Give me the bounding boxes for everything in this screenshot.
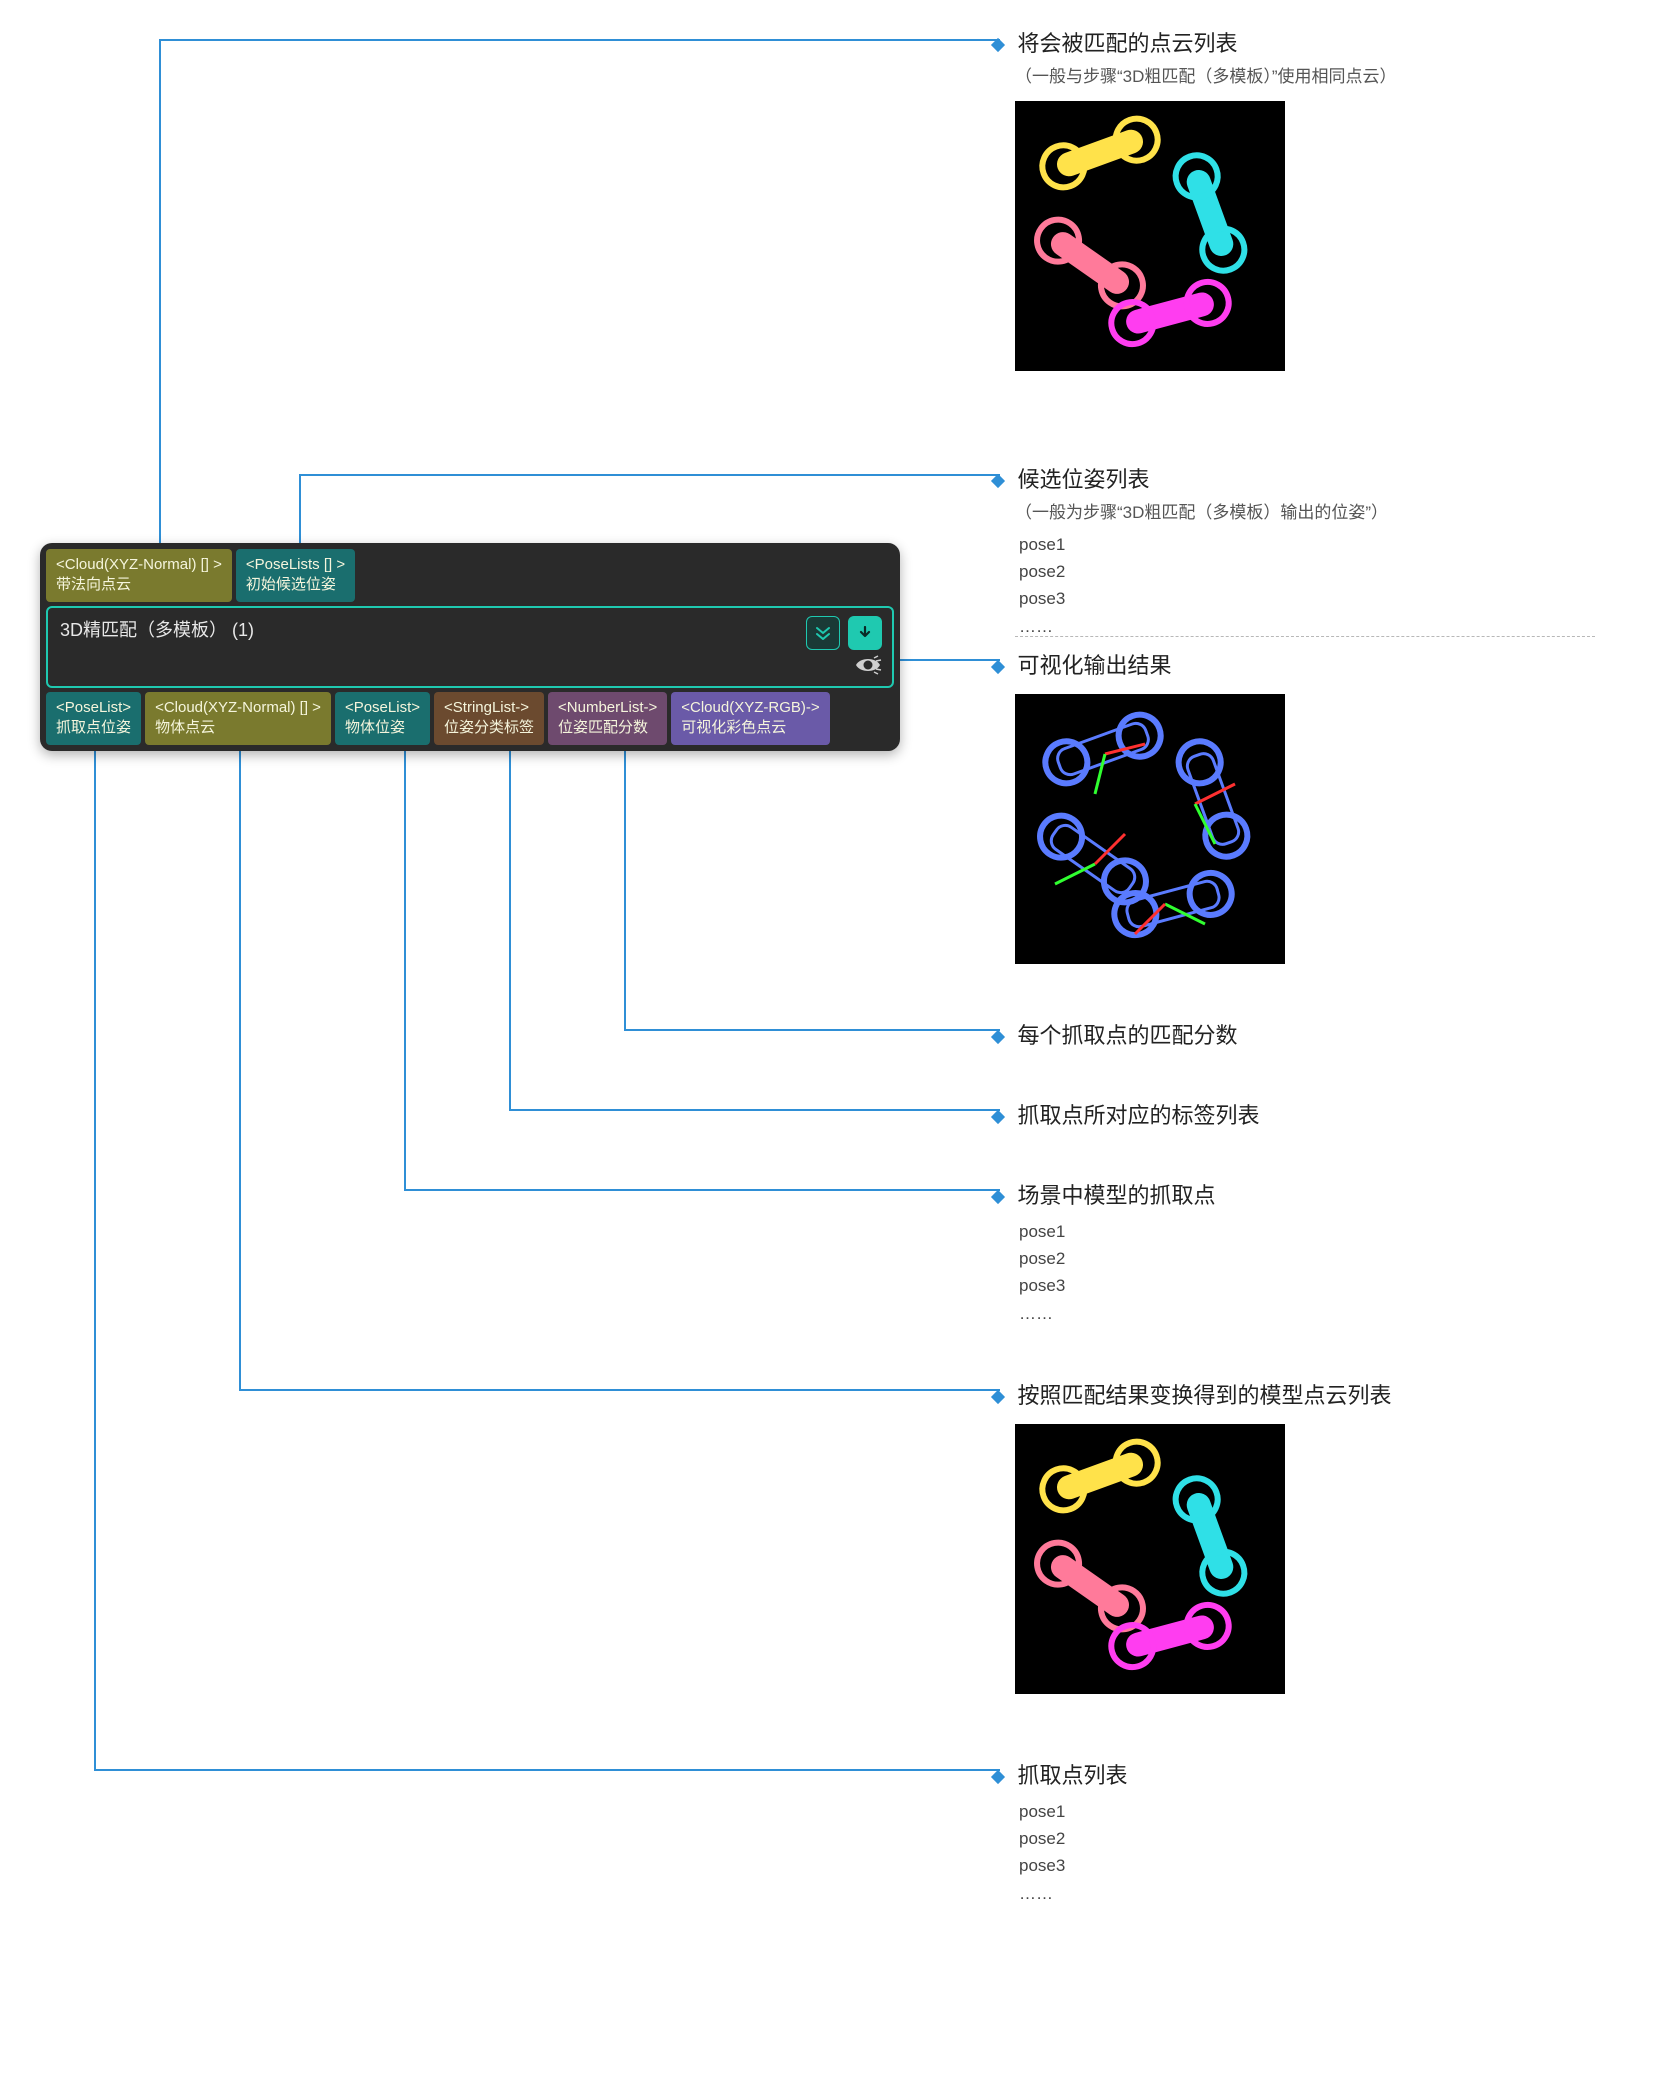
port-label: 可视化彩色点云 <box>681 718 819 738</box>
output-port-cloud-normal[interactable]: <Cloud(XYZ-Normal) [] > 物体点云 <box>145 692 331 745</box>
run-down-icon[interactable] <box>848 616 882 650</box>
port-type: <PoseLists [] > <box>246 555 345 575</box>
diamond-bullet-icon <box>991 1190 1005 1204</box>
diagram-canvas: <Cloud(XYZ-Normal) [] > 带法向点云 <PoseLists… <box>0 0 1669 2075</box>
anno-label-list: 抓取点所对应的标签列表 <box>1015 1098 1635 1130</box>
pose-item: pose1 <box>1019 531 1635 558</box>
anno-image-colored-clouds <box>1015 101 1285 371</box>
anno-match-score: 每个抓取点的匹配分数 <box>1015 1018 1635 1050</box>
anno-pose-list: pose1 pose2 pose3 …… <box>1015 1798 1635 1907</box>
diamond-bullet-icon <box>991 1110 1005 1124</box>
anno-input-cloud: 将会被匹配的点云列表 （一般与步骤“3D粗匹配（多模板）”使用相同点云） <box>1015 26 1635 371</box>
port-type: <NumberList-> <box>558 698 657 718</box>
input-port-row: <Cloud(XYZ-Normal) [] > 带法向点云 <PoseLists… <box>40 543 900 602</box>
port-label: 抓取点位姿 <box>56 718 131 738</box>
port-type: <PoseList> <box>56 698 131 718</box>
diamond-bullet-icon <box>991 1390 1005 1404</box>
port-label: 位姿分类标签 <box>444 718 534 738</box>
anno-subtitle: （一般与步骤“3D粗匹配（多模板）”使用相同点云） <box>1015 62 1635 87</box>
dashed-separator <box>1015 636 1595 637</box>
anno-scene-pick-points: 场景中模型的抓取点 pose1 pose2 pose3 …… <box>1015 1178 1635 1327</box>
anno-title: 每个抓取点的匹配分数 <box>1017 1023 1237 1048</box>
anno-candidate-poses: 候选位姿列表 （一般为步骤“3D粗匹配（多模板）输出的位姿”） pose1 po… <box>1015 462 1635 640</box>
node-icon-group <box>806 616 882 650</box>
pose-item: pose1 <box>1019 1798 1635 1825</box>
visualize-icon[interactable] <box>854 655 882 680</box>
input-port-poselists[interactable]: <PoseLists [] > 初始候选位姿 <box>236 549 355 602</box>
anno-title: 抓取点所对应的标签列表 <box>1017 1103 1259 1128</box>
anno-image-colored-clouds <box>1015 1424 1285 1694</box>
diamond-bullet-icon <box>991 38 1005 52</box>
port-type: <PoseList> <box>345 698 420 718</box>
port-label: 初始候选位姿 <box>246 575 345 595</box>
anno-viz-output: 可视化输出结果 <box>1015 648 1635 964</box>
port-type: <Cloud(XYZ-Normal) [] > <box>155 698 321 718</box>
anno-pose-list: pose1 pose2 pose3 …… <box>1015 1218 1635 1327</box>
diamond-bullet-icon <box>991 1770 1005 1784</box>
port-type: <Cloud(XYZ-Normal) [] > <box>56 555 222 575</box>
input-port-cloud-normal[interactable]: <Cloud(XYZ-Normal) [] > 带法向点云 <box>46 549 232 602</box>
anno-title: 抓取点列表 <box>1017 1763 1127 1788</box>
pose-item: pose3 <box>1019 585 1635 612</box>
port-label: 带法向点云 <box>56 575 222 595</box>
output-port-row: <PoseList> 抓取点位姿 <Cloud(XYZ-Normal) [] >… <box>40 692 900 751</box>
pose-item: pose2 <box>1019 1825 1635 1852</box>
anno-title: 按照匹配结果变换得到的模型点云列表 <box>1017 1383 1391 1408</box>
pose-item: pose2 <box>1019 1245 1635 1272</box>
step-node: <Cloud(XYZ-Normal) [] > 带法向点云 <PoseLists… <box>40 543 900 751</box>
diamond-bullet-icon <box>991 660 1005 674</box>
output-port-stringlist[interactable]: <StringList-> 位姿分类标签 <box>434 692 544 745</box>
port-type: <StringList-> <box>444 698 534 718</box>
output-port-cloud-rgb[interactable]: <Cloud(XYZ-RGB)-> 可视化彩色点云 <box>671 692 829 745</box>
anno-pose-list: pose1 pose2 pose3 …… <box>1015 531 1635 640</box>
output-port-poselist-pick[interactable]: <PoseList> 抓取点位姿 <box>46 692 141 745</box>
expand-down-icon[interactable] <box>806 616 840 650</box>
anno-subtitle: （一般为步骤“3D粗匹配（多模板）输出的位姿”） <box>1015 498 1635 523</box>
anno-title: 场景中模型的抓取点 <box>1017 1183 1215 1208</box>
pose-item: pose3 <box>1019 1852 1635 1879</box>
output-port-numberlist[interactable]: <NumberList-> 位姿匹配分数 <box>548 692 667 745</box>
diamond-bullet-icon <box>991 1030 1005 1044</box>
pose-item: pose1 <box>1019 1218 1635 1245</box>
diamond-bullet-icon <box>991 474 1005 488</box>
port-label: 物体点云 <box>155 718 321 738</box>
node-title: 3D精匹配（多模板） (1) <box>48 608 892 650</box>
pose-item: …… <box>1019 1300 1635 1327</box>
anno-title: 候选位姿列表 <box>1017 467 1149 492</box>
anno-title: 将会被匹配的点云列表 <box>1017 31 1237 56</box>
anno-pick-point-list: 抓取点列表 pose1 pose2 pose3 …… <box>1015 1758 1635 1907</box>
anno-image-viz <box>1015 694 1285 964</box>
anno-title: 可视化输出结果 <box>1017 653 1171 678</box>
anno-transformed-model-clouds: 按照匹配结果变换得到的模型点云列表 <box>1015 1378 1635 1694</box>
node-body[interactable]: 3D精匹配（多模板） (1) <box>46 606 894 688</box>
output-port-poselist-obj[interactable]: <PoseList> 物体位姿 <box>335 692 430 745</box>
port-type: <Cloud(XYZ-RGB)-> <box>681 698 819 718</box>
port-label: 物体位姿 <box>345 718 420 738</box>
pose-item: …… <box>1019 1880 1635 1907</box>
port-label: 位姿匹配分数 <box>558 718 657 738</box>
pose-item: pose3 <box>1019 1272 1635 1299</box>
pose-item: pose2 <box>1019 558 1635 585</box>
